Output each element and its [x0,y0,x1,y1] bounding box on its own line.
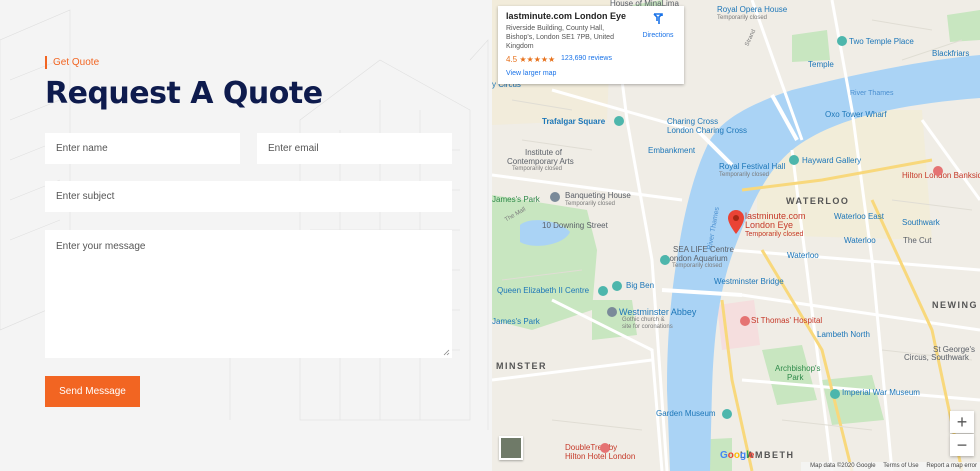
name-input[interactable] [45,133,240,164]
message-field-wrapper [45,230,452,358]
quote-form-section: Get Quote Request A Quote Send Message [0,0,492,471]
map-embed[interactable]: House of MinaLima Royal Opera House Temp… [492,0,980,471]
map-label-temp-closed-1: Temporarily closed [717,15,768,21]
map-label-waterloo-1: Waterloo [844,236,876,245]
map-label-royal-opera: Royal Opera House [717,5,788,14]
map-label-southwark: Southwark [902,218,940,227]
aquarium-poi-icon[interactable] [660,255,670,265]
map-label-banqueting-1: Banqueting House [565,191,631,200]
pin-label-name-2: London Eye [745,220,794,230]
directions-button[interactable]: Directions [638,12,678,39]
map-label-hayward: Hayward Gallery [802,156,862,165]
map-label-sea-life-1: SEA LIFE Centre [673,245,734,254]
place-rating: 4.5 ★★★★★ [506,55,555,64]
zoom-in-button[interactable]: + [950,411,974,433]
map-label-newington: NEWING [932,300,978,310]
landmark-poi-icon[interactable] [837,36,847,46]
map-label-james-park-2: James's Park [492,317,540,326]
directions-label: Directions [642,32,674,39]
big-ben-poi-icon[interactable] [612,281,622,291]
map-label-charing-cross-1: Charing Cross [667,117,719,126]
map-label-westminster-bridge: Westminster Bridge [714,277,784,286]
map-label-two-temple: Two Temple Place [849,37,914,46]
map-label-oxo-tower: Oxo Tower Wharf [825,110,887,119]
map-label-sea-life-2: London Aquarium [665,254,728,263]
map-label-big-ben: Big Ben [626,281,655,290]
reviews-link[interactable]: 123,690 reviews [561,55,612,62]
map-label-the-cut: The Cut [903,236,932,245]
report-map-error-link[interactable]: Report a map error [926,463,977,469]
map-label-banqueting-2: Temporarily closed [565,201,616,207]
map-label-blackfriars: Blackfriars [932,49,970,58]
qe2-poi-icon[interactable] [598,286,608,296]
map-label-institute-2: Contemporary Arts [507,157,574,166]
garden-museum-poi-icon[interactable] [722,409,732,419]
map-label-royal-festival: Royal Festival Hall [719,162,786,171]
location-pin-icon[interactable] [728,210,744,234]
map-label-river-thames-top: River Thames [850,90,894,97]
map-label-queen-elizabeth: Queen Elizabeth II Centre [497,286,590,295]
map-label-westminster-abbey: Westminster Abbey [619,307,697,317]
map-label-abbey-sub1: Gothic church & [622,317,665,323]
map-label-temp-closed-3: Temporarily closed [719,172,770,178]
map-label-garden-museum: Garden Museum [656,409,716,418]
museum-poi-icon[interactable] [550,192,560,202]
map-label-trafalgar: Trafalgar Square [542,117,606,126]
google-logo: Google [720,450,755,461]
hospital-poi-icon[interactable] [740,316,750,326]
map-label-waterloo-2: Waterloo [787,251,819,260]
directions-icon [653,13,663,24]
rating-value: 4.5 [506,55,518,64]
hotel-bankside-poi-icon[interactable] [933,166,943,176]
terms-link[interactable]: Terms of Use [883,463,918,469]
email-input[interactable] [257,133,452,164]
map-label-doubletree-2: Hilton Hotel London [565,452,636,461]
message-textarea[interactable] [45,230,452,358]
map-label-archbishops-2: Park [787,373,804,382]
map-footer: Map data ©2020 Google Terms of Use Repor… [801,462,980,471]
map-label-sea-life-3: Temporarily closed [672,263,723,269]
map-label-embankment: Embankment [648,146,696,155]
view-larger-map-link[interactable]: View larger map [506,70,556,77]
map-label-abbey-sub2: site for coronations [622,324,673,330]
map-label-james-park: James's Park [492,195,540,204]
place-address: Riverside Building, County Hall, Bishop'… [506,25,614,50]
resize-handle-icon[interactable] [443,349,450,356]
map-label-temp-closed-2: Temporarily closed [512,166,563,172]
map-label-institute-1: Institute of [525,148,562,157]
page-title: Request A Quote [45,76,323,111]
rating-stars: ★★★★★ [519,55,556,64]
hotel-poi-icon[interactable] [600,443,610,453]
section-subtitle: Get Quote [45,56,99,69]
map-label-imperial-war: Imperial War Museum [842,388,920,397]
subject-input[interactable] [45,181,452,212]
map-label-charing-cross-2: London Charing Cross [667,126,748,135]
zoom-out-button[interactable]: − [950,434,974,456]
pin-label-status: Temporarily closed [745,231,804,238]
map-label-temple: Temple [808,60,834,69]
map-label-downing: 10 Downing Street [542,221,608,230]
map-label-archbishops-1: Archbishop's [775,364,821,373]
map-label-waterloo-area: WATERLOO [786,196,850,206]
place-info-card: lastminute.com London Eye Riverside Buil… [498,6,684,84]
monument-poi-icon[interactable] [614,116,624,126]
satellite-toggle-button[interactable] [499,436,523,460]
map-label-circus-southwark: Circus, Southwark [904,353,969,362]
gallery-poi-icon[interactable] [789,155,799,165]
map-label-waterloo-east: Waterloo East [834,212,884,221]
pin-label: lastminute.com London Eye Temporarily cl… [745,212,806,239]
map-data-attribution: Map data ©2020 Google [810,463,876,469]
send-message-button[interactable]: Send Message [45,376,140,407]
abbey-poi-icon[interactable] [607,307,617,317]
map-label-lambeth-north: Lambeth North [817,330,870,339]
map-label-westminster-area: MINSTER [496,361,547,371]
war-museum-poi-icon[interactable] [830,389,840,399]
map-label-st-thomas: St Thomas' Hospital [751,316,823,325]
